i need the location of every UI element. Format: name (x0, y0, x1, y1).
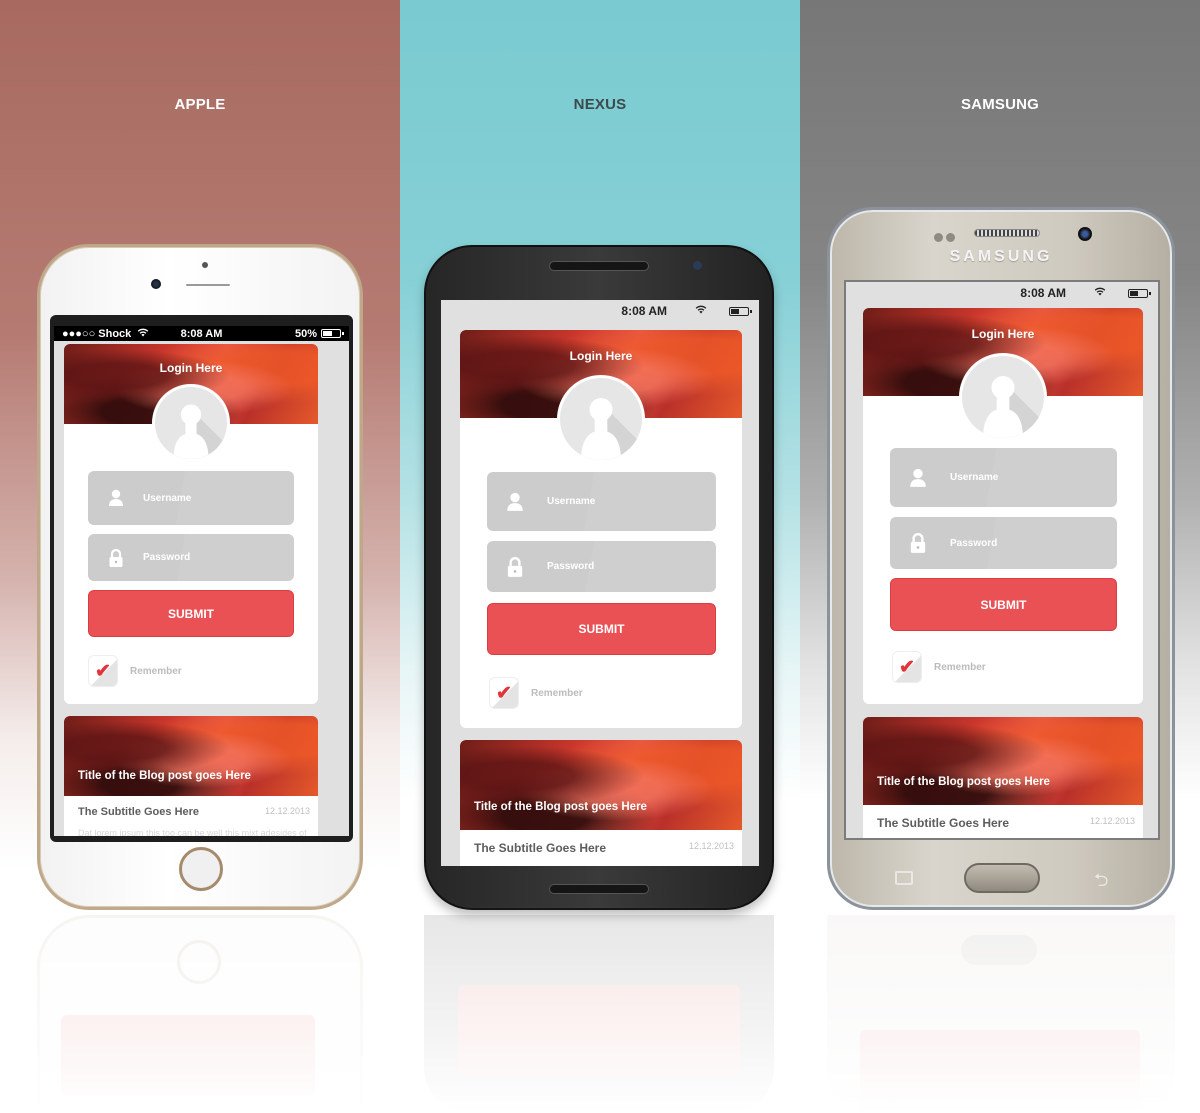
home-button[interactable] (964, 863, 1040, 893)
blog-date: 12.12.2013 (688, 841, 734, 851)
remember-label: Remember (934, 661, 986, 673)
battery-icon (729, 306, 752, 316)
device-logo: SAMSUNG (949, 248, 1053, 265)
status-bar: 8:08 AM (846, 282, 1158, 304)
user-icon (505, 491, 525, 513)
bottom-speaker (549, 884, 649, 894)
clock: 8:08 AM (1020, 286, 1066, 300)
clock: 8:08 AM (621, 304, 667, 318)
blog-header-image: Title of the Blog post goes Here (460, 740, 742, 830)
wifi-icon (695, 305, 707, 317)
status-bar: ●●●○○ Shock 8:08 AM 50% (54, 326, 349, 341)
username-placeholder: Username (547, 496, 596, 507)
submit-button[interactable]: SUBMIT (890, 578, 1117, 631)
galaxy-device: SAMSUNG 8:08 AM Login Here Username Pass… (827, 207, 1175, 910)
username-placeholder: Username (950, 472, 999, 483)
status-bar: 8:08 AM (441, 300, 759, 322)
user-icon (908, 467, 928, 489)
password-field[interactable]: Password (487, 541, 716, 592)
blog-title: Title of the Blog post goes Here (78, 770, 251, 782)
checkbox-checked-icon[interactable]: ✔ (489, 677, 519, 709)
front-camera-icon (1078, 227, 1092, 241)
submit-button[interactable]: SUBMIT (88, 590, 294, 637)
battery-icon (321, 329, 344, 338)
login-card: Login Here Username Password SUBMIT ✔ Re… (863, 308, 1143, 704)
nexus-device: 8:08 AM Login Here Username Password SUB… (424, 245, 774, 910)
blog-card[interactable]: Title of the Blog post goes Here The Sub… (460, 740, 742, 866)
login-title: Login Here (159, 361, 223, 375)
user-silhouette-icon (581, 397, 642, 460)
blog-title: Title of the Blog post goes Here (474, 801, 647, 813)
remember-label: Remember (531, 687, 583, 699)
brand-label-nexus: NEXUS (573, 96, 627, 113)
blog-card[interactable]: Title of the Blog post goes Here The Sub… (863, 717, 1143, 840)
password-placeholder: Password (547, 561, 595, 572)
lock-icon (505, 556, 525, 578)
login-card: Login Here Username Password SUBMIT ✔ Re… (64, 344, 318, 704)
username-placeholder: Username (143, 492, 192, 504)
blog-card[interactable]: Title of the Blog post goes Here The Sub… (64, 716, 318, 836)
proximity-sensor (202, 262, 208, 268)
user-silhouette-icon (173, 404, 227, 459)
password-field[interactable]: Password (890, 517, 1117, 569)
blog-date: 12.12.2013 (264, 806, 310, 816)
lock-icon (908, 532, 928, 554)
remember-label: Remember (130, 665, 182, 677)
blog-subtitle: The Subtitle Goes Here (78, 806, 200, 818)
avatar[interactable] (959, 353, 1047, 441)
blog-subtitle: The Subtitle Goes Here (474, 841, 607, 855)
blog-excerpt: Dat lorem ipsum this too can be well thi… (877, 838, 1135, 840)
password-placeholder: Password (950, 537, 998, 549)
remember-toggle[interactable]: ✔ Remember (892, 651, 986, 683)
password-field[interactable]: Password (88, 534, 294, 581)
user-icon (106, 487, 126, 509)
lock-icon (106, 547, 126, 569)
username-field[interactable]: Username (487, 472, 716, 531)
iphone-screen: ●●●○○ Shock 8:08 AM 50% Login Here Usern… (54, 326, 349, 836)
avatar[interactable] (152, 384, 230, 462)
blog-header-image: Title of the Blog post goes Here (863, 717, 1143, 805)
avatar[interactable] (557, 375, 645, 463)
nexus-screen: 8:08 AM Login Here Username Password SUB… (441, 300, 759, 866)
blog-title: Title of the Blog post goes Here (877, 776, 1050, 788)
login-title: Login Here (971, 327, 1035, 341)
front-camera-icon (151, 279, 161, 289)
battery-percent: 50% (294, 327, 317, 340)
iphone-device: ●●●○○ Shock 8:08 AM 50% Login Here Usern… (37, 244, 363, 910)
earpiece-speaker (549, 261, 649, 271)
back-icon[interactable]: ⮌ (1094, 868, 1108, 898)
home-button[interactable] (179, 847, 223, 891)
blog-header-image: Title of the Blog post goes Here (64, 716, 318, 796)
user-silhouette-icon (983, 375, 1044, 438)
recent-apps-icon[interactable] (895, 871, 913, 885)
front-camera-icon (693, 261, 702, 270)
samsung-reflection (827, 915, 1175, 1113)
earpiece-speaker (186, 284, 230, 286)
battery-icon (1128, 288, 1151, 298)
blog-subtitle: The Subtitle Goes Here (877, 816, 1010, 830)
galaxy-screen: 8:08 AM Login Here Username Password SUB… (844, 280, 1160, 840)
earpiece-speaker (974, 229, 1040, 237)
remember-toggle[interactable]: ✔ Remember (489, 677, 583, 709)
wifi-icon (1094, 287, 1106, 299)
username-field[interactable]: Username (88, 471, 294, 525)
login-title: Login Here (569, 349, 633, 363)
brand-label-apple: APPLE (174, 96, 226, 113)
blog-date: 12.12.2013 (1089, 816, 1135, 826)
remember-toggle[interactable]: ✔ Remember (88, 655, 182, 687)
brand-label-samsung: SAMSUNG (960, 96, 1040, 113)
checkbox-checked-icon[interactable]: ✔ (892, 651, 922, 683)
checkbox-checked-icon[interactable]: ✔ (88, 655, 118, 687)
apple-reflection (37, 915, 363, 1113)
submit-button[interactable]: SUBMIT (487, 603, 716, 655)
password-placeholder: Password (143, 552, 191, 563)
blog-excerpt: Dat lorem ipsum this too can be well thi… (78, 828, 307, 836)
login-card: Login Here Username Password SUBMIT ✔ Re… (460, 330, 742, 728)
username-field[interactable]: Username (890, 448, 1117, 507)
sensors (934, 229, 960, 242)
nexus-reflection (424, 915, 774, 1113)
